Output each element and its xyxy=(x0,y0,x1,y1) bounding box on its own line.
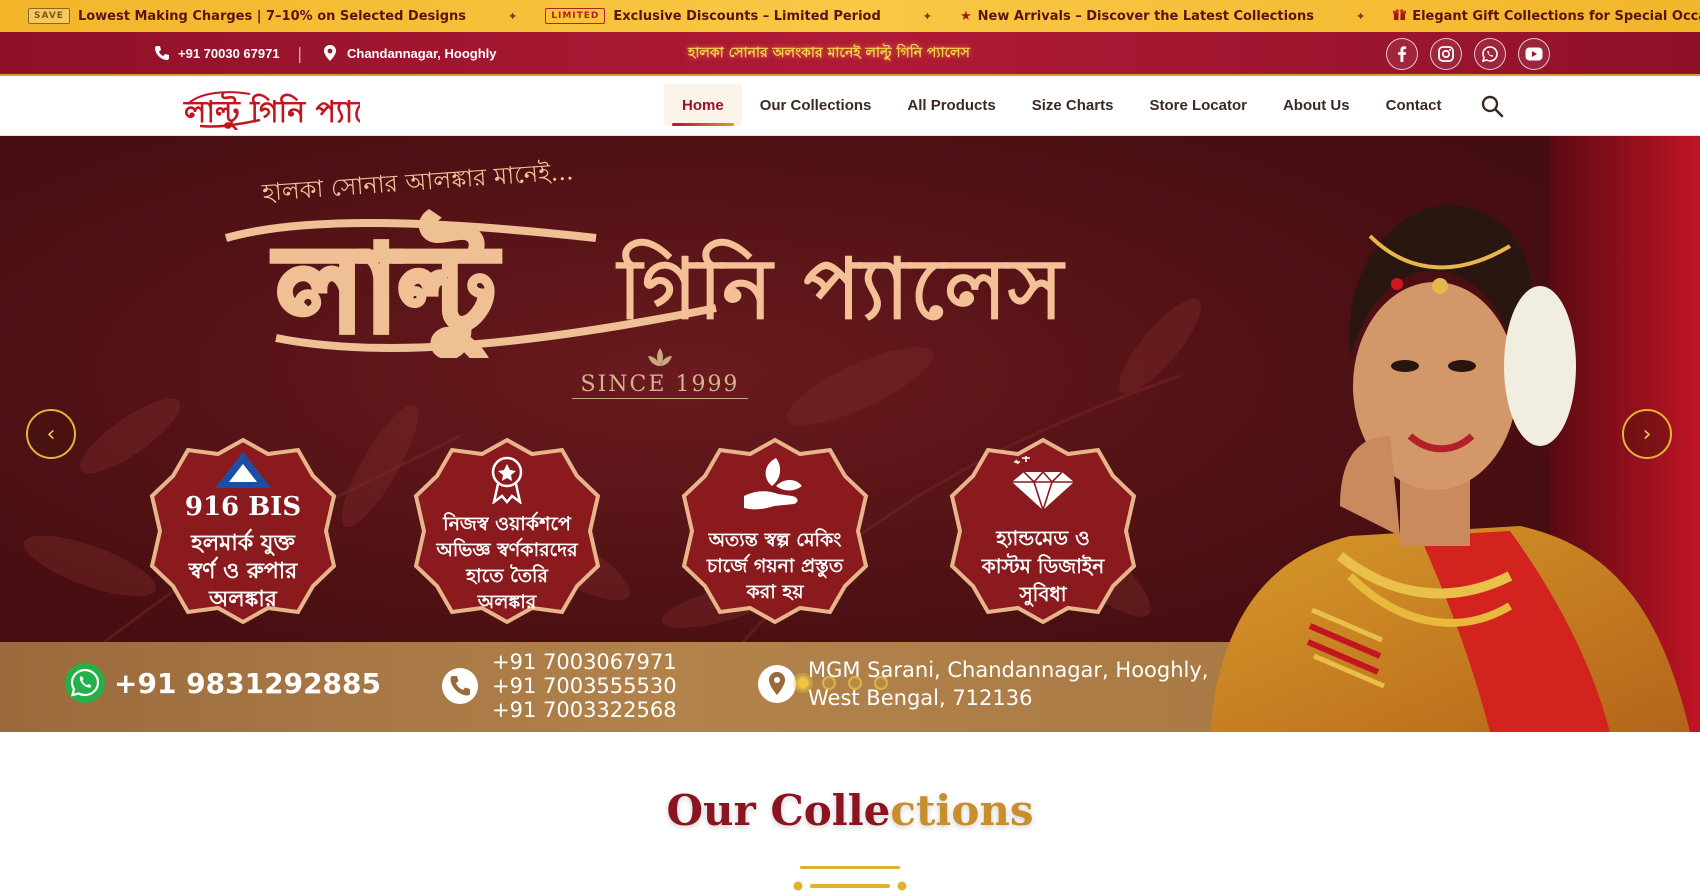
ticker-text: New Arrivals – Discover the Latest Colle… xyxy=(977,8,1314,24)
ticker-item: SAVE Lowest Making Charges | 7–10% on Se… xyxy=(28,8,517,24)
nav-about-us[interactable]: About Us xyxy=(1265,84,1368,126)
phone-icon xyxy=(442,668,478,704)
carousel-dot[interactable] xyxy=(822,676,836,690)
youtube-icon[interactable] xyxy=(1518,38,1550,70)
bis-logo-icon xyxy=(215,452,271,488)
phone-number: +91 7003555530 xyxy=(492,674,677,698)
divider: | xyxy=(297,43,303,63)
carousel-next-button[interactable]: › xyxy=(1622,409,1672,459)
section-title-part: ctions xyxy=(890,786,1034,835)
phone-number: +91 7003067971 xyxy=(492,650,677,674)
whatsapp-icon[interactable] xyxy=(1474,38,1506,70)
hero-carousel: হালকা সোনার আলঙ্কার মানেই... লাল্টু গিনি… xyxy=(0,136,1700,732)
facebook-icon[interactable] xyxy=(1386,38,1418,70)
svg-text:লাল্টু গিনি প্যালেস: লাল্টু গিনি প্যালেস xyxy=(183,92,360,130)
lotus-icon xyxy=(648,348,672,366)
whatsapp-icon xyxy=(65,663,105,703)
carousel-dot[interactable] xyxy=(874,676,888,690)
main-menu: Home Our Collections All Products Size C… xyxy=(664,84,1459,126)
craftsman-icon xyxy=(491,456,523,504)
since-text: SINCE 1999 xyxy=(580,372,740,397)
phone-contacts[interactable]: +91 7003067971 +91 7003555530 +91 700332… xyxy=(442,650,677,722)
phone-number: +91 7003322568 xyxy=(492,698,677,722)
whatsapp-number: +91 9831292885 xyxy=(114,666,381,700)
phone-numbers: +91 7003067971 +91 7003555530 +91 700332… xyxy=(492,650,677,722)
hero-title: গিনি প্যালেস xyxy=(618,239,1065,338)
ticker-text: Exclusive Discounts – Limited Period xyxy=(613,8,881,24)
badge-line: অলঙ্কার xyxy=(477,591,537,613)
badge-making-charge: অত্যন্ত স্বল্প মেকিং চার্জে গয়না প্রস্ত… xyxy=(680,436,870,626)
ticker-item: Elegant Gift Collections for Special Occ… xyxy=(1393,8,1700,25)
badge-custom-design: হ্যান্ডমেড ও কাস্টম ডিজাইন সুবিধা xyxy=(948,436,1138,626)
nav-store-locator[interactable]: Store Locator xyxy=(1131,84,1265,126)
location-pin-icon xyxy=(323,45,339,61)
phone-link[interactable]: +91 70030 67971 xyxy=(154,45,280,61)
brand-logo[interactable]: লাল্টু গিনি প্যালেস xyxy=(180,82,409,131)
phone-number: +91 70030 67971 xyxy=(178,45,280,61)
badge-line: অলঙ্কার xyxy=(209,586,277,612)
ticker-item: ★ New Arrivals – Discover the Latest Col… xyxy=(960,9,1365,24)
title-ornament xyxy=(793,866,907,891)
badge-workshop: নিজস্ব ওয়ার্কশপে অভিজ্ঞ স্বর্ণকারদের হা… xyxy=(412,436,602,626)
svg-text:লাল্টু: লাল্টু xyxy=(272,212,500,358)
save-tag: SAVE xyxy=(28,8,70,24)
badge-line: সুবিধা xyxy=(1019,582,1067,606)
diamond-icon xyxy=(1012,456,1074,512)
location-text: Chandannagar, Hooghly xyxy=(347,45,497,61)
social-links xyxy=(1386,38,1550,70)
badge-line: 916 BIS xyxy=(184,492,302,522)
carousel-dots xyxy=(796,676,888,690)
carousel-dot[interactable] xyxy=(848,676,862,690)
ticker-text: Lowest Making Charges | 7–10% on Selecte… xyxy=(77,8,467,24)
star-icon: ★ xyxy=(960,8,972,24)
nav-our-collections[interactable]: Our Collections xyxy=(742,84,890,126)
announcement-ticker: SAVE Lowest Making Charges | 7–10% on Se… xyxy=(0,0,1700,32)
nav-contact[interactable]: Contact xyxy=(1368,84,1460,126)
whatsapp-contact[interactable]: +91 9831292885 xyxy=(64,662,381,704)
section-title-part: Our Colle xyxy=(666,786,891,835)
nav-all-products[interactable]: All Products xyxy=(889,84,1013,126)
since-divider xyxy=(572,398,748,399)
limited-tag: LIMITED xyxy=(545,8,606,24)
badge-hallmark: 916 BIS হলমার্ক যুক্ত স্বর্ণ ও রুপার অলঙ… xyxy=(148,436,338,626)
hand-leaf-icon xyxy=(744,458,802,510)
nav-size-charts[interactable]: Size Charts xyxy=(1014,84,1132,126)
carousel-dot[interactable] xyxy=(796,676,810,690)
search-icon[interactable] xyxy=(1480,94,1504,118)
ticker-text: Elegant Gift Collections for Special Occ… xyxy=(1412,8,1700,24)
gift-icon xyxy=(1393,8,1407,25)
separator-icon: ✦ xyxy=(508,9,518,23)
main-navbar: লাল্টু গিনি প্যালেস Home Our Collections… xyxy=(0,76,1700,136)
instagram-icon[interactable] xyxy=(1430,38,1462,70)
separator-icon: ✦ xyxy=(1355,9,1366,23)
brand-tagline: হালকা সোনার অলংকার মানেই লাল্টু গিনি প্য… xyxy=(688,45,970,61)
ticker-item: LIMITED Exclusive Discounts – Limited Pe… xyxy=(545,8,932,24)
phone-icon xyxy=(154,45,170,61)
carousel-prev-button[interactable]: ‹ xyxy=(26,409,76,459)
separator-icon: ✦ xyxy=(922,9,933,23)
badge-line: করা হয় xyxy=(746,581,804,603)
section-title: Our Collections xyxy=(0,786,1700,835)
location-link[interactable]: Chandannagar, Hooghly xyxy=(323,45,497,61)
location-pin-icon xyxy=(758,665,796,703)
nav-home[interactable]: Home xyxy=(664,84,742,126)
top-contact-bar: +91 70030 67971 | Chandannagar, Hooghly … xyxy=(0,32,1700,76)
